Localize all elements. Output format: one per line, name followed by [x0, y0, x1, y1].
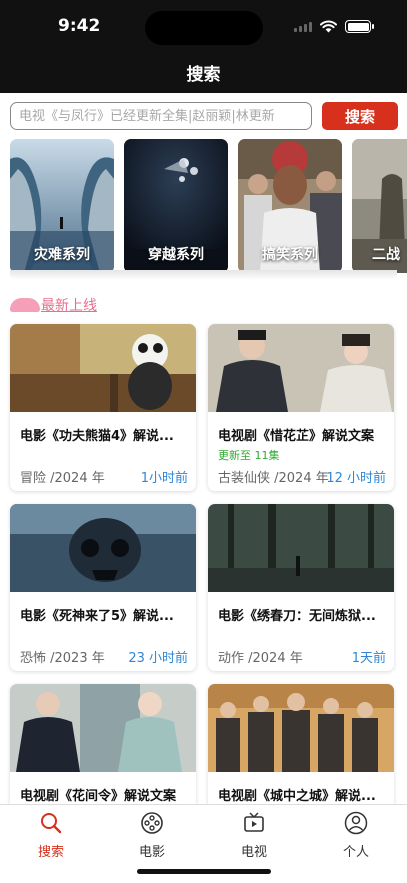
category-label: 穿越系列: [148, 247, 204, 263]
card-title: 电视剧《惜花芷》解说文案: [218, 429, 375, 444]
person-icon: [344, 811, 368, 835]
movie-card[interactable]: 电视剧《花间令》解说文案: [10, 684, 196, 814]
movie-card[interactable]: 电影《绣春刀：无间炼狱... 动作 /2024 年 1天前: [208, 504, 394, 671]
card-title: 电视剧《花间令》解说文案: [20, 789, 177, 804]
card-update-badge: 更新至 11集: [218, 449, 280, 462]
search-input[interactable]: [10, 102, 312, 130]
tab-label: 电视: [240, 845, 267, 860]
kung-fu-panda-thumbnail: [10, 324, 196, 412]
status-icons: [294, 20, 374, 33]
card-meta: 恐怖 /2023 年: [20, 651, 105, 666]
battery-icon: [345, 20, 374, 33]
film-reel-icon: [141, 812, 163, 834]
section-title[interactable]: 最新上线: [41, 295, 97, 315]
search-bar: 搜索: [10, 102, 398, 130]
category-label: 灾难系列: [34, 247, 90, 263]
tab-label: 个人: [342, 845, 369, 860]
section-tag-icon: [10, 298, 40, 312]
dynamic-island: [145, 11, 263, 45]
category-label: 二战: [372, 247, 400, 263]
status-time: 9:42: [58, 16, 101, 36]
search-icon: [41, 813, 62, 834]
category-ww2[interactable]: 二战: [352, 139, 407, 273]
city-within-city-thumbnail: [208, 684, 394, 772]
card-time: 23 小时前: [128, 651, 188, 666]
card-meta: 动作 /2024 年: [218, 651, 303, 666]
movie-card[interactable]: 电影《功夫熊猫4》解说... 冒险 /2024 年 1小时前: [10, 324, 196, 491]
search-button[interactable]: 搜索: [322, 102, 398, 130]
tab-label: 电影: [138, 845, 165, 860]
card-meta: 冒险 /2024 年: [20, 471, 105, 486]
page-title: 搜索: [186, 65, 221, 85]
brotherhood-of-blades-thumbnail: [208, 504, 394, 592]
tab-label: 搜索: [37, 845, 64, 860]
card-title: 电影《绣春刀：无间炼狱...: [218, 609, 376, 624]
card-title: 电影《功夫熊猫4》解说...: [20, 429, 174, 444]
tab-movies[interactable]: 电影: [122, 811, 182, 860]
hua-jian-ling-thumbnail: [10, 684, 196, 772]
wifi-icon: [320, 20, 337, 33]
final-destination-thumbnail: [10, 504, 196, 592]
card-time: 12 小时前: [326, 471, 386, 486]
movie-card[interactable]: 电视剧《惜花芷》解说文案 更新至 11集 古装仙侠 /2024 年 12 小时前: [208, 324, 394, 491]
movie-card[interactable]: 电视剧《城中之城》解说...: [208, 684, 394, 814]
category-comedy[interactable]: 搞笑系列: [238, 139, 342, 273]
header: 9:42 搜索: [0, 0, 407, 93]
card-title: 电影《死神来了5》解说...: [20, 609, 174, 624]
cellular-signal-icon: [294, 21, 312, 32]
tv-icon: [244, 812, 264, 832]
tab-profile[interactable]: 个人: [326, 811, 386, 860]
tab-tv[interactable]: 电视: [224, 811, 284, 860]
carousel-divider: [10, 270, 397, 280]
xi-hua-zhi-thumbnail: [208, 324, 394, 412]
card-title: 电视剧《城中之城》解说...: [218, 789, 376, 804]
card-meta: 古装仙侠 /2024 年: [218, 471, 329, 486]
home-indicator[interactable]: [137, 869, 271, 874]
card-time: 1小时前: [140, 471, 188, 486]
movie-card[interactable]: 电影《死神来了5》解说... 恐怖 /2023 年 23 小时前: [10, 504, 196, 671]
card-time: 1天前: [351, 651, 386, 666]
category-label: 搞笑系列: [262, 247, 318, 263]
category-disaster[interactable]: 灾难系列: [10, 139, 114, 273]
tab-search[interactable]: 搜索: [21, 811, 81, 860]
category-carousel[interactable]: 灾难系列 穿越系列 搞笑系列 二战: [10, 139, 407, 273]
category-time-travel[interactable]: 穿越系列: [124, 139, 228, 273]
